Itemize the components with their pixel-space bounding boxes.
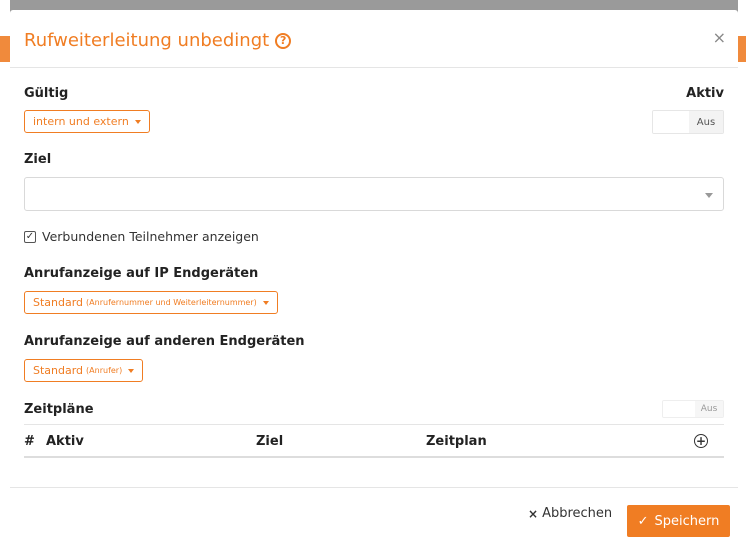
question-circle-icon[interactable]: ? — [275, 32, 292, 49]
backdrop-left — [0, 0, 10, 546]
show-connected-checkbox[interactable]: ✓ — [24, 230, 36, 243]
caret-down-icon — [262, 300, 269, 305]
active-label: Aktiv — [686, 86, 724, 101]
close-icon: × — [528, 506, 539, 521]
other-display-value: Standard — [33, 364, 84, 377]
ip-display-value: Standard — [33, 296, 84, 309]
ip-display-label: Anrufanzeige auf IP Endgeräten — [24, 266, 259, 281]
close-icon[interactable]: × — [713, 28, 726, 47]
backdrop-right — [738, 0, 746, 546]
column-header-schedule: Zeitplan — [426, 434, 487, 449]
dialog-title: Rufweiterleitung unbedingt ? — [24, 30, 292, 51]
dialog-body: Gültig Aktiv intern und extern Aus Ziel … — [10, 68, 738, 458]
target-select[interactable] — [24, 177, 724, 211]
validity-label: Gültig — [24, 86, 69, 101]
validity-row: Gültig Aktiv intern und extern Aus — [24, 68, 724, 138]
column-header-target: Ziel — [256, 434, 284, 449]
caret-down-icon — [134, 119, 141, 124]
column-header-active: Aktiv — [46, 434, 84, 449]
cancel-button-label: Abbrechen — [542, 506, 613, 521]
dialog-title-text: Rufweiterleitung unbedingt — [24, 30, 270, 51]
schedules-label: Zeitpläne — [24, 402, 94, 417]
other-display-wrap: Standard (Anrufer) — [24, 359, 724, 382]
schedules-toggle-state: Aus — [695, 401, 723, 417]
backdrop-accent-strip — [738, 36, 746, 62]
caret-down-icon — [705, 193, 713, 198]
other-display-label: Anrufanzeige auf anderen Endgeräten — [24, 334, 305, 349]
save-button[interactable]: ✓ Speichern — [627, 505, 730, 537]
forwarding-dialog: Rufweiterleitung unbedingt ? × Gültig Ak… — [10, 10, 738, 546]
other-display-detail: (Anrufer) — [86, 366, 123, 375]
toggle-knob — [663, 401, 695, 417]
caret-down-icon — [128, 368, 135, 373]
dialog-footer: × Abbrechen ✓ Speichern — [10, 487, 738, 546]
backdrop-accent-strip — [0, 36, 10, 62]
validity-dropdown-value: intern und extern — [33, 115, 129, 128]
active-toggle[interactable]: Aus — [652, 110, 724, 134]
show-connected-label[interactable]: Verbundenen Teilnehmer anzeigen — [42, 229, 259, 244]
ip-display-dropdown[interactable]: Standard (Anrufernummer und Weiterleiter… — [24, 291, 278, 314]
add-circle-icon[interactable]: + — [694, 434, 708, 448]
show-connected-row: ✓ Verbundenen Teilnehmer anzeigen — [24, 229, 724, 244]
cancel-button[interactable]: × Abbrechen — [528, 506, 612, 521]
schedules-row: Zeitpläne Aus — [24, 400, 724, 420]
ip-display-wrap: Standard (Anrufernummer und Weiterleiter… — [24, 291, 724, 314]
other-display-dropdown[interactable]: Standard (Anrufer) — [24, 359, 144, 382]
target-label: Ziel — [24, 152, 52, 167]
active-toggle-state: Aus — [689, 111, 723, 133]
save-button-label: Speichern — [654, 513, 720, 529]
column-header-number: # — [24, 434, 35, 449]
check-icon: ✓ — [637, 513, 649, 529]
schedules-table-header: # Aktiv Ziel Zeitplan + — [24, 424, 724, 458]
dialog-header: Rufweiterleitung unbedingt ? × — [10, 10, 738, 68]
toggle-knob — [653, 111, 689, 133]
validity-dropdown[interactable]: intern und extern — [24, 110, 150, 133]
schedules-toggle[interactable]: Aus — [662, 400, 724, 418]
ip-display-detail: (Anrufernummer und Weiterleiternummer) — [86, 298, 257, 307]
